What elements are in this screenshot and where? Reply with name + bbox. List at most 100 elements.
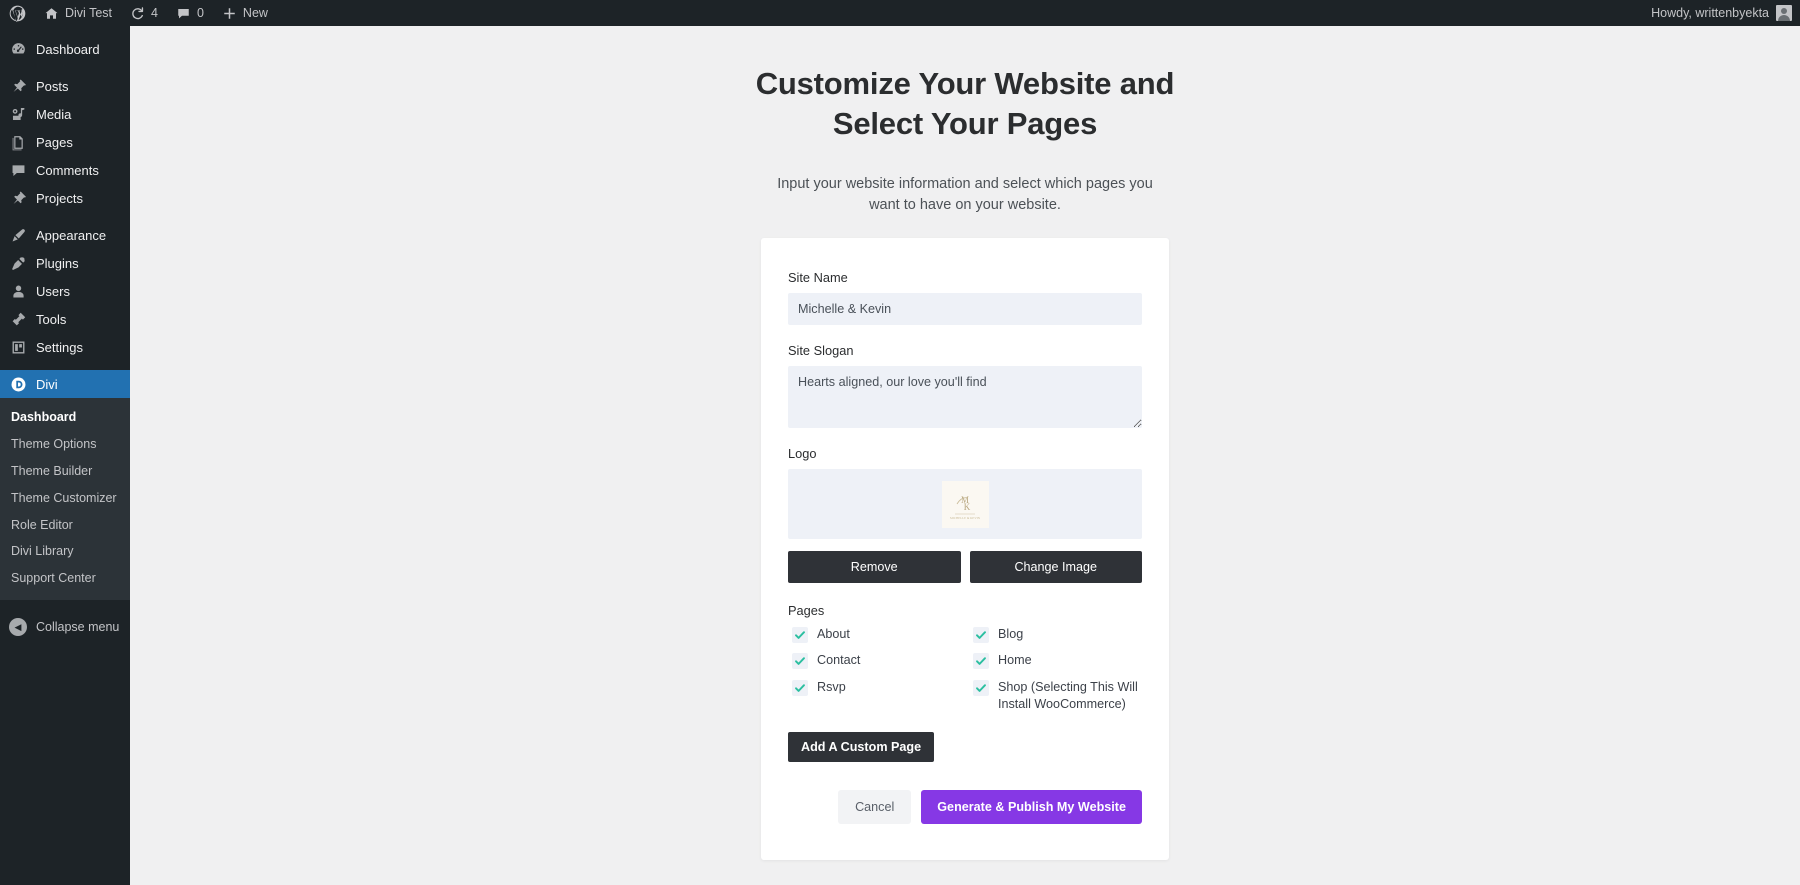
svg-text:K: K <box>964 502 971 512</box>
new-content-label: New <box>242 6 268 20</box>
page-header: Customize Your Website and Select Your P… <box>130 64 1800 217</box>
pages-icon <box>9 133 27 151</box>
sidebar-item-divi[interactable]: Divi <box>0 370 138 398</box>
pin-icon <box>9 189 27 207</box>
site-name-label: Divi Test <box>65 6 113 20</box>
check-icon <box>973 627 989 643</box>
plugins-plug-icon <box>9 254 27 272</box>
submenu-item-support-center[interactable]: Support Center <box>0 565 130 592</box>
logo-actions: Remove Change Image <box>788 551 1142 583</box>
comments-menu[interactable]: 0 <box>167 0 213 26</box>
sidebar-item-pages[interactable]: Pages <box>0 128 130 156</box>
users-icon <box>9 282 27 300</box>
page-subtitle: Input your website information and selec… <box>777 175 1153 214</box>
logo-label: Logo <box>788 446 817 461</box>
sidebar-item-users[interactable]: Users <box>0 277 130 305</box>
main-content: Customize Your Website and Select Your P… <box>130 26 1800 885</box>
page-option-label: Home <box>998 653 1032 668</box>
page-checkbox-rsvp[interactable]: Rsvp <box>792 679 961 714</box>
logo-preview-box: M K MICHELLE & KEVIN <box>788 469 1142 539</box>
page-checkbox-blog[interactable]: Blog <box>973 626 1142 643</box>
wordpress-logo-icon <box>9 5 26 22</box>
sidebar-item-projects[interactable]: Projects <box>0 184 130 212</box>
check-icon <box>973 653 989 670</box>
page-option-label: Contact <box>817 653 861 668</box>
pin-icon <box>9 77 27 95</box>
sidebar-item-label: Pages <box>36 134 73 150</box>
updates-icon <box>130 6 145 21</box>
appearance-brush-icon <box>9 226 27 244</box>
check-icon <box>792 653 808 670</box>
tools-hammer-icon <box>9 310 27 328</box>
submenu-item-theme-customizer[interactable]: Theme Customizer <box>0 485 130 512</box>
chevron-left-circle-icon: ◀ <box>9 618 27 637</box>
page-checkbox-home[interactable]: Home <box>973 652 1142 670</box>
sidebar-item-posts[interactable]: Posts <box>0 72 130 100</box>
page-option-label: Rsvp <box>817 679 846 694</box>
site-slogan-field-group: Site Slogan <box>788 343 1142 428</box>
sidebar-item-label: Tools <box>36 311 67 327</box>
sidebar-item-tools[interactable]: Tools <box>0 305 130 333</box>
account-menu[interactable]: Howdy, writtenbyekta <box>1651 5 1800 21</box>
sidebar-item-label: Projects <box>36 190 83 206</box>
sidebar-item-label: Appearance <box>36 227 107 243</box>
comments-count: 0 <box>196 6 204 20</box>
menu-separator-3 <box>0 361 130 370</box>
submenu-item-theme-builder[interactable]: Theme Builder <box>0 458 130 485</box>
sidebar-item-label: Users <box>36 283 70 299</box>
site-name-field-group: Site Name <box>788 270 1142 325</box>
page-checkbox-shop[interactable]: Shop (Selecting This Will Install WooCom… <box>973 679 1142 714</box>
page-checkbox-contact[interactable]: Contact <box>792 652 961 670</box>
home-icon <box>44 6 59 21</box>
cancel-button[interactable]: Cancel <box>838 789 912 824</box>
new-content-menu[interactable]: New <box>213 0 277 26</box>
add-custom-page-button[interactable]: Add A Custom Page <box>788 731 935 762</box>
admin-bar: Divi Test 4 0 New Howdy, writtenbyekta <box>0 0 1800 26</box>
sidebar-item-label: Dashboard <box>36 41 100 57</box>
sidebar-item-label: Divi <box>36 376 58 392</box>
sidebar-item-label: Settings <box>36 339 83 355</box>
change-image-button[interactable]: Change Image <box>969 551 1142 583</box>
svg-text:MICHELLE & KEVIN: MICHELLE & KEVIN <box>950 516 981 520</box>
sidebar-item-comments[interactable]: Comments <box>0 156 130 184</box>
site-slogan-label: Site Slogan <box>788 343 854 358</box>
submenu-item-divi-library[interactable]: Divi Library <box>0 538 130 565</box>
settings-sliders-icon <box>9 338 27 356</box>
page-checkbox-about[interactable]: About <box>792 626 961 643</box>
submenu-item-dashboard[interactable]: Dashboard <box>0 404 130 431</box>
generate-publish-button[interactable]: Generate & Publish My Website <box>921 789 1142 824</box>
page-title: Customize Your Website and Select Your P… <box>755 66 1175 141</box>
logo-field-group: Logo M K MICHELLE & KEVIN Remove Change … <box>788 446 1142 583</box>
site-name-label: Site Name <box>788 270 848 285</box>
sidebar-item-settings[interactable]: Settings <box>0 333 130 361</box>
menu-separator-2 <box>0 212 130 221</box>
page-option-label: Shop (Selecting This Will Install WooCom… <box>998 679 1138 712</box>
howdy-label: Howdy, writtenbyekta <box>1651 6 1769 20</box>
user-avatar-icon <box>1776 5 1792 21</box>
logo-thumbnail-icon: M K MICHELLE & KEVIN <box>941 480 989 528</box>
wp-logo-menu[interactable] <box>0 0 35 26</box>
card-footer-actions: Cancel Generate & Publish My Website <box>788 789 1142 824</box>
comments-bubble-icon <box>9 161 27 179</box>
submenu-item-theme-options[interactable]: Theme Options <box>0 431 130 458</box>
submenu-item-role-editor[interactable]: Role Editor <box>0 512 130 539</box>
collapse-menu-button[interactable]: ◀ Collapse menu <box>0 612 130 642</box>
site-name-menu[interactable]: Divi Test <box>35 0 121 26</box>
sidebar-item-appearance[interactable]: Appearance <box>0 221 130 249</box>
check-icon <box>973 679 989 696</box>
updates-count: 4 <box>151 6 158 20</box>
sidebar-item-plugins[interactable]: Plugins <box>0 249 130 277</box>
updates-menu[interactable]: 4 <box>121 0 167 26</box>
sidebar-item-media[interactable]: Media <box>0 100 130 128</box>
admin-sidebar: Dashboard Posts Media Pages Comments Pro… <box>0 26 138 885</box>
remove-logo-button[interactable]: Remove <box>788 551 961 583</box>
sidebar-item-label: Comments <box>36 162 99 178</box>
divi-submenu: Dashboard Theme Options Theme Builder Th… <box>0 398 130 601</box>
site-name-input[interactable] <box>788 293 1142 325</box>
website-setup-card: Site Name Site Slogan Logo M K MICHELLE … <box>761 238 1169 860</box>
plus-icon <box>222 6 237 21</box>
site-slogan-textarea[interactable] <box>788 366 1142 428</box>
check-icon <box>792 627 808 643</box>
menu-separator-1 <box>0 63 130 72</box>
sidebar-item-dashboard[interactable]: Dashboard <box>0 35 130 63</box>
